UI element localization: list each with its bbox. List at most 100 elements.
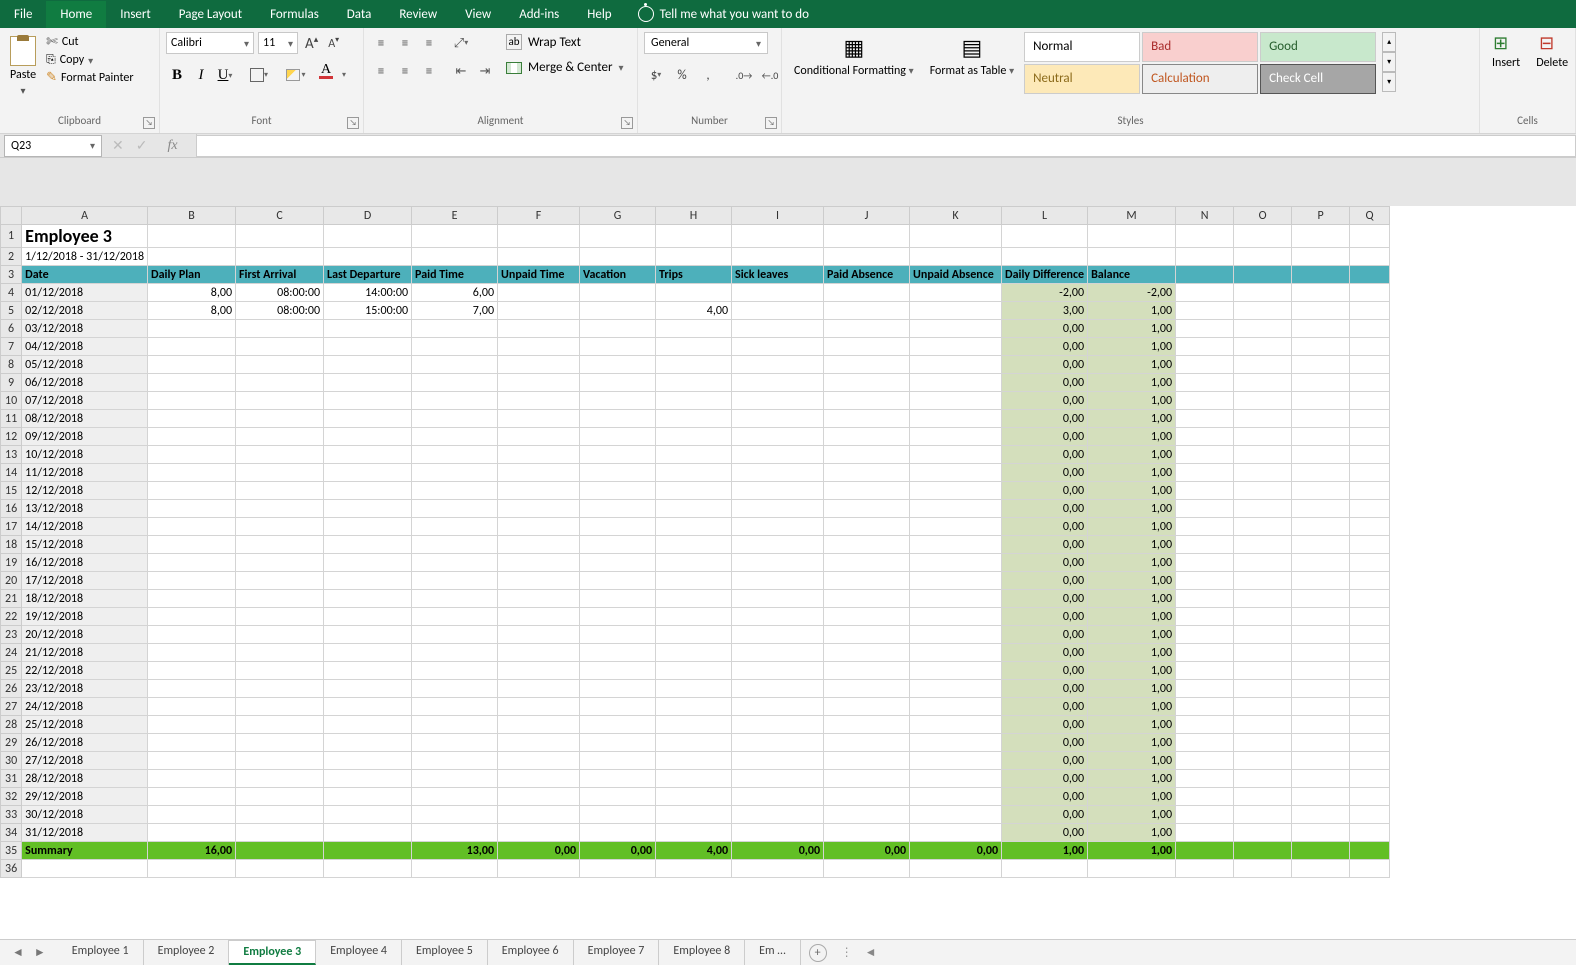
trips-cell[interactable]: [656, 626, 732, 644]
departure-cell[interactable]: [324, 572, 412, 590]
paid-absence-cell[interactable]: [824, 554, 910, 572]
sheet-tab-em-[interactable]: Em …: [745, 940, 800, 965]
cell[interactable]: [1292, 266, 1350, 284]
style-good[interactable]: Good: [1260, 32, 1376, 62]
trips-cell[interactable]: [656, 320, 732, 338]
balance-cell[interactable]: 1,00: [1088, 446, 1176, 464]
row-header-27[interactable]: 27: [1, 698, 22, 716]
styles-gallery-spinner[interactable]: ▴▾▾: [1382, 32, 1396, 92]
date-cell[interactable]: 19/12/2018: [22, 608, 148, 626]
date-cell[interactable]: 03/12/2018: [22, 320, 148, 338]
departure-cell[interactable]: [324, 320, 412, 338]
diff-cell[interactable]: 0,00: [1002, 662, 1088, 680]
unpaid-absence-cell[interactable]: [910, 644, 1002, 662]
cut-button[interactable]: ✄Cut: [44, 32, 135, 51]
arrival-cell[interactable]: [236, 626, 324, 644]
decrease-indent-button[interactable]: ⇤: [450, 60, 472, 82]
row-header-17[interactable]: 17: [1, 518, 22, 536]
sick-cell[interactable]: [732, 374, 824, 392]
cell[interactable]: [498, 248, 580, 266]
cell[interactable]: [148, 225, 236, 248]
diff-cell[interactable]: 0,00: [1002, 482, 1088, 500]
paid-absence-cell[interactable]: [824, 644, 910, 662]
cell[interactable]: [1234, 734, 1292, 752]
diff-cell[interactable]: 0,00: [1002, 806, 1088, 824]
balance-cell[interactable]: 1,00: [1088, 554, 1176, 572]
plan-cell[interactable]: [148, 536, 236, 554]
arrival-cell[interactable]: [236, 608, 324, 626]
menu-tab-home[interactable]: Home: [46, 1, 106, 28]
cell[interactable]: [656, 860, 732, 878]
trips-cell[interactable]: [656, 428, 732, 446]
diff-cell[interactable]: 0,00: [1002, 446, 1088, 464]
row-header-7[interactable]: 7: [1, 338, 22, 356]
cell[interactable]: [1176, 824, 1234, 842]
cell[interactable]: [910, 225, 1002, 248]
balance-cell[interactable]: 1,00: [1088, 788, 1176, 806]
row-header-25[interactable]: 25: [1, 662, 22, 680]
diff-cell[interactable]: 0,00: [1002, 554, 1088, 572]
trips-cell[interactable]: [656, 590, 732, 608]
cell[interactable]: [824, 860, 910, 878]
cell[interactable]: [1292, 752, 1350, 770]
fill-color-button[interactable]: ▾: [282, 64, 310, 86]
cell[interactable]: [1176, 518, 1234, 536]
worksheet[interactable]: ABCDEFGHIJKLMNOPQ1Employee 321/12/2018 -…: [0, 206, 1576, 878]
paid-cell[interactable]: [412, 518, 498, 536]
departure-cell[interactable]: [324, 662, 412, 680]
row-header-34[interactable]: 34: [1, 824, 22, 842]
col-header-C[interactable]: C: [236, 207, 324, 225]
paid-absence-cell[interactable]: [824, 608, 910, 626]
trips-cell[interactable]: [656, 770, 732, 788]
sick-cell[interactable]: [732, 572, 824, 590]
unpaid-absence-cell[interactable]: [910, 770, 1002, 788]
unpaid-cell[interactable]: [498, 374, 580, 392]
unpaid-cell[interactable]: [498, 770, 580, 788]
paid-absence-cell[interactable]: [824, 788, 910, 806]
balance-cell[interactable]: 1,00: [1088, 644, 1176, 662]
paid-absence-cell[interactable]: [824, 284, 910, 302]
menu-tab-data[interactable]: Data: [333, 1, 386, 28]
col-header-Q[interactable]: Q: [1350, 207, 1390, 225]
date-cell[interactable]: 22/12/2018: [22, 662, 148, 680]
cell[interactable]: [1176, 698, 1234, 716]
departure-cell[interactable]: [324, 770, 412, 788]
arrival-cell[interactable]: [236, 518, 324, 536]
sick-cell[interactable]: [732, 302, 824, 320]
balance-cell[interactable]: 1,00: [1088, 590, 1176, 608]
paid-cell[interactable]: [412, 680, 498, 698]
unpaid-cell[interactable]: [498, 644, 580, 662]
decrease-font-icon[interactable]: A▾: [325, 35, 342, 51]
paid-cell[interactable]: [412, 320, 498, 338]
cell[interactable]: [732, 248, 824, 266]
vacation-cell[interactable]: [580, 662, 656, 680]
balance-cell[interactable]: 1,00: [1088, 716, 1176, 734]
cell[interactable]: [1292, 248, 1350, 266]
cell[interactable]: [1292, 464, 1350, 482]
sick-cell[interactable]: [732, 356, 824, 374]
vacation-cell[interactable]: [580, 734, 656, 752]
diff-cell[interactable]: 0,00: [1002, 572, 1088, 590]
sick-cell[interactable]: [732, 590, 824, 608]
sick-cell[interactable]: [732, 788, 824, 806]
vacation-cell[interactable]: [580, 392, 656, 410]
vacation-cell[interactable]: [580, 356, 656, 374]
sheet-tab-employee-4[interactable]: Employee 4: [316, 940, 402, 965]
trips-cell[interactable]: [656, 662, 732, 680]
paid-cell[interactable]: [412, 482, 498, 500]
cell[interactable]: [656, 225, 732, 248]
vacation-cell[interactable]: [580, 428, 656, 446]
arrival-cell[interactable]: [236, 446, 324, 464]
add-sheet-button[interactable]: +: [809, 944, 827, 962]
plan-cell[interactable]: 8,00: [148, 302, 236, 320]
paid-absence-cell[interactable]: [824, 374, 910, 392]
balance-cell[interactable]: 1,00: [1088, 572, 1176, 590]
paid-absence-cell[interactable]: [824, 716, 910, 734]
departure-cell[interactable]: [324, 392, 412, 410]
cell[interactable]: [1234, 374, 1292, 392]
cell[interactable]: [236, 860, 324, 878]
cell[interactable]: [824, 248, 910, 266]
balance-cell[interactable]: 1,00: [1088, 680, 1176, 698]
sick-cell[interactable]: [732, 662, 824, 680]
cell[interactable]: [1234, 500, 1292, 518]
